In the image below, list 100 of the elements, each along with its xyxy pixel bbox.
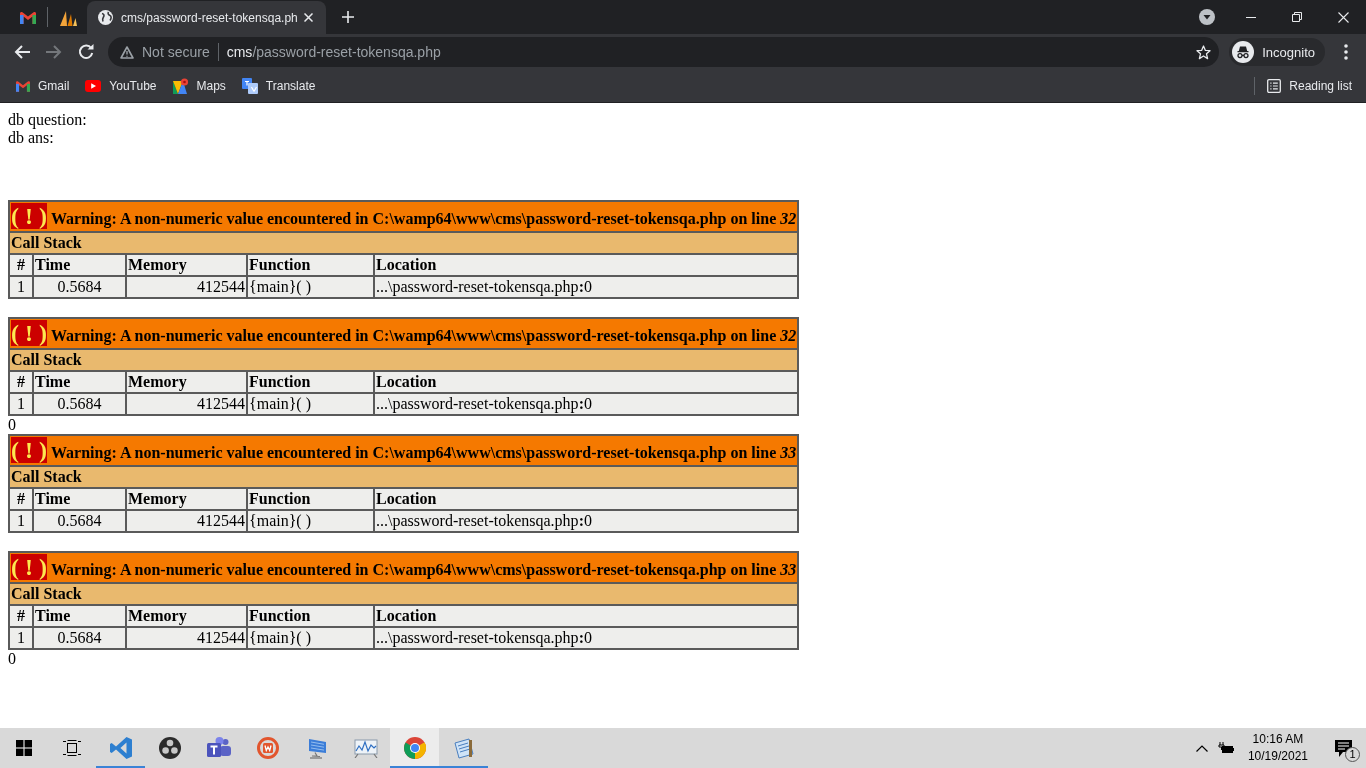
table-cell: ...\password-reset-tokensqa.php:0 (374, 393, 799, 415)
column-header: # (9, 371, 33, 393)
address-bar[interactable]: Not secure cms/password-reset-tokensqa.php (108, 37, 1220, 67)
start-icon (16, 740, 32, 756)
column-header: Function (247, 605, 374, 627)
table-cell: {main}( ) (247, 393, 374, 415)
table-cell: 1 (9, 393, 33, 415)
notepad-icon (452, 737, 475, 759)
arrow-left-icon (14, 45, 30, 59)
reload-icon (78, 44, 94, 60)
close-icon (303, 13, 313, 22)
clock-button[interactable]: 10:16 AM 10/19/2021 (1239, 728, 1316, 768)
chevron-up-icon (1195, 744, 1208, 752)
column-header: Time (33, 254, 126, 276)
column-header: Time (33, 488, 126, 510)
warning-message: Warning: A non-numeric value encountered in C:\wamp64\www\cms\password-reset-tokensqa.php on line 32 (51, 327, 797, 344)
output-text: db ans: (8, 129, 55, 147)
table-cell: ...\password-reset-tokensqa.php:0 (374, 510, 799, 532)
incognito-icon (1232, 41, 1255, 63)
ring-logo-icon (256, 737, 279, 759)
call-stack-heading: Call Stack (9, 466, 799, 488)
bookmark-item[interactable]: YouTube (77, 73, 165, 99)
table-cell: 412544 (126, 276, 247, 298)
minimize-icon (1246, 16, 1256, 18)
table-cell: {main}( ) (247, 627, 374, 649)
table-cell: 0.5684 (33, 276, 126, 298)
close-icon (1337, 11, 1349, 23)
output-text: 0 (8, 416, 17, 434)
column-header: Time (33, 605, 126, 627)
reading-list-button[interactable]: Reading list (1259, 73, 1360, 99)
column-header: Memory (126, 254, 247, 276)
table-cell: 0.5684 (33, 393, 126, 415)
table-cell: 1 (9, 510, 33, 532)
warning-icon (120, 45, 134, 59)
mail-icon (19, 11, 36, 24)
list-icon (1267, 79, 1282, 93)
translate-icon (241, 78, 258, 94)
warning-message: Warning: A non-numeric value encountered in C:\wamp64\www\cms\password-reset-tokensqa.php on line 32 (51, 210, 797, 227)
column-header: Location (374, 254, 799, 276)
warning-sign: ( ! ) (11, 437, 47, 463)
arrow-right-icon (46, 45, 62, 59)
column-header: Function (247, 488, 374, 510)
more-vertical-icon (1344, 44, 1348, 60)
column-header: Location (374, 371, 799, 393)
table-cell: {main}( ) (247, 510, 374, 532)
url-text: cms/password-reset-tokensqa.php (226, 44, 441, 60)
column-header: Time (33, 371, 126, 393)
disc-logo-icon (158, 737, 181, 759)
bookmark-item[interactable]: Translate (233, 73, 324, 99)
profile-button[interactable]: Incognito (1229, 38, 1325, 66)
globe-icon (98, 10, 113, 25)
output-text: 0 (8, 650, 17, 668)
table-cell: 412544 (126, 510, 247, 532)
column-header: Memory (126, 371, 247, 393)
chart-window-icon (353, 738, 378, 758)
column-header: # (9, 254, 33, 276)
output-text: db question: (8, 111, 88, 129)
bookmark-item[interactable]: Maps (164, 73, 234, 99)
browser-logo-icon (403, 737, 426, 759)
warning-message: Warning: A non-numeric value encountered in C:\wamp64\www\cms\password-reset-tokensqa.php on line 33 (51, 561, 797, 578)
column-header: Memory (126, 488, 247, 510)
warning-sign: ( ! ) (11, 554, 47, 580)
tab[interactable]: cms/password-reset-tokensqa.ph (87, 1, 326, 34)
column-header: Memory (126, 605, 247, 627)
restore-icon (1292, 12, 1302, 22)
table-cell: ...\password-reset-tokensqa.php:0 (374, 276, 799, 298)
play-icon (85, 80, 102, 92)
task-view-icon (63, 740, 81, 756)
warning-sign: ( ! ) (11, 203, 47, 229)
column-header: # (9, 488, 33, 510)
mail-icon (16, 80, 30, 92)
notifications-button[interactable]: 1 (1320, 728, 1366, 768)
table-cell: ...\password-reset-tokensqa.php:0 (374, 627, 799, 649)
table-cell: {main}( ) (247, 276, 374, 298)
column-header: Location (374, 488, 799, 510)
column-header: Function (247, 371, 374, 393)
table-cell: 0.5684 (33, 627, 126, 649)
battery-icon (1217, 742, 1234, 754)
warning-message: Warning: A non-numeric value encountered in C:\wamp64\www\cms\password-reset-tokensqa.php on line 33 (51, 444, 797, 461)
dropdown-circle-icon (1199, 9, 1215, 25)
call-stack-heading: Call Stack (9, 232, 799, 254)
column-header: Location (374, 605, 799, 627)
map-icon (172, 78, 189, 94)
table-cell: 0.5684 (33, 510, 126, 532)
call-stack-heading: Call Stack (9, 349, 799, 371)
warning-sign: ( ! ) (11, 320, 47, 346)
call-stack-heading: Call Stack (9, 583, 799, 605)
plus-icon (342, 11, 354, 23)
security-label[interactable]: Not secure (142, 44, 210, 60)
star-icon (1195, 44, 1211, 60)
table-cell: 412544 (126, 627, 247, 649)
column-header: Function (247, 254, 374, 276)
team-chat-icon (206, 737, 231, 759)
bookmark-item[interactable]: Gmail (8, 73, 78, 99)
column-header: # (9, 605, 33, 627)
sails-icon (58, 9, 77, 26)
code-editor-icon (108, 736, 133, 760)
table-cell: 1 (9, 627, 33, 649)
table-cell: 412544 (126, 393, 247, 415)
table-cell: 1 (9, 276, 33, 298)
